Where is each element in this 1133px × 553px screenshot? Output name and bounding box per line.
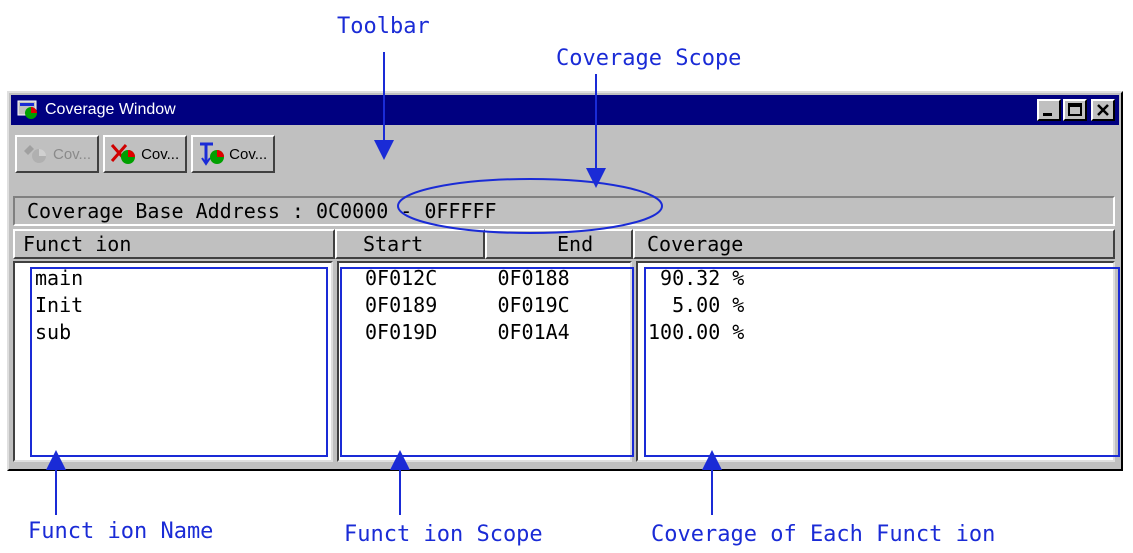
coverage-clear-icon <box>109 141 139 167</box>
coverage-window-icon <box>17 99 39 121</box>
title-bar[interactable]: Coverage Window <box>11 95 1119 125</box>
column-function[interactable]: Funct ion <box>13 229 335 259</box>
callout-function-name: Funct ion Name <box>28 519 214 544</box>
callout-toolbar: Toolbar <box>337 14 430 39</box>
coverage-set-icon <box>21 141 51 167</box>
minimize-button[interactable] <box>1037 99 1061 121</box>
coverage-range-icon <box>197 141 227 167</box>
coverage-clear-button[interactable]: Cov... <box>103 135 188 173</box>
coverage-set-button[interactable]: Cov... <box>15 135 100 173</box>
scope-label: Coverage Base Address : <box>27 199 316 223</box>
coverage-range-button[interactable]: Cov... <box>191 135 276 173</box>
window-title: Coverage Window <box>45 101 176 118</box>
scope-range: 0C0000 - 0FFFFF <box>315 199 497 223</box>
coverage-clear-label: Cov... <box>141 145 180 163</box>
callout-coverage-each: Coverage of Each Funct ion <box>651 522 996 547</box>
close-button[interactable] <box>1091 99 1115 121</box>
column-coverage[interactable]: Coverage <box>633 229 1115 259</box>
column-header: Funct ion Start End Coverage <box>13 229 1115 259</box>
column-end[interactable]: End <box>485 229 633 259</box>
function-name-highlight <box>30 267 328 457</box>
callout-function-scope: Funct ion Scope <box>344 522 543 547</box>
toolbar: Cov... Cov... Cov... <box>15 135 276 173</box>
maximize-button[interactable] <box>1063 99 1087 121</box>
coverage-set-label: Cov... <box>53 145 92 163</box>
coverage-highlight <box>644 267 1120 457</box>
coverage-base-address-bar: Coverage Base Address : 0C0000 - 0FFFFF <box>13 196 1115 226</box>
coverage-range-label: Cov... <box>229 145 268 163</box>
function-scope-highlight <box>340 267 634 457</box>
column-start[interactable]: Start <box>335 229 485 259</box>
callout-coverage-scope: Coverage Scope <box>556 46 742 71</box>
